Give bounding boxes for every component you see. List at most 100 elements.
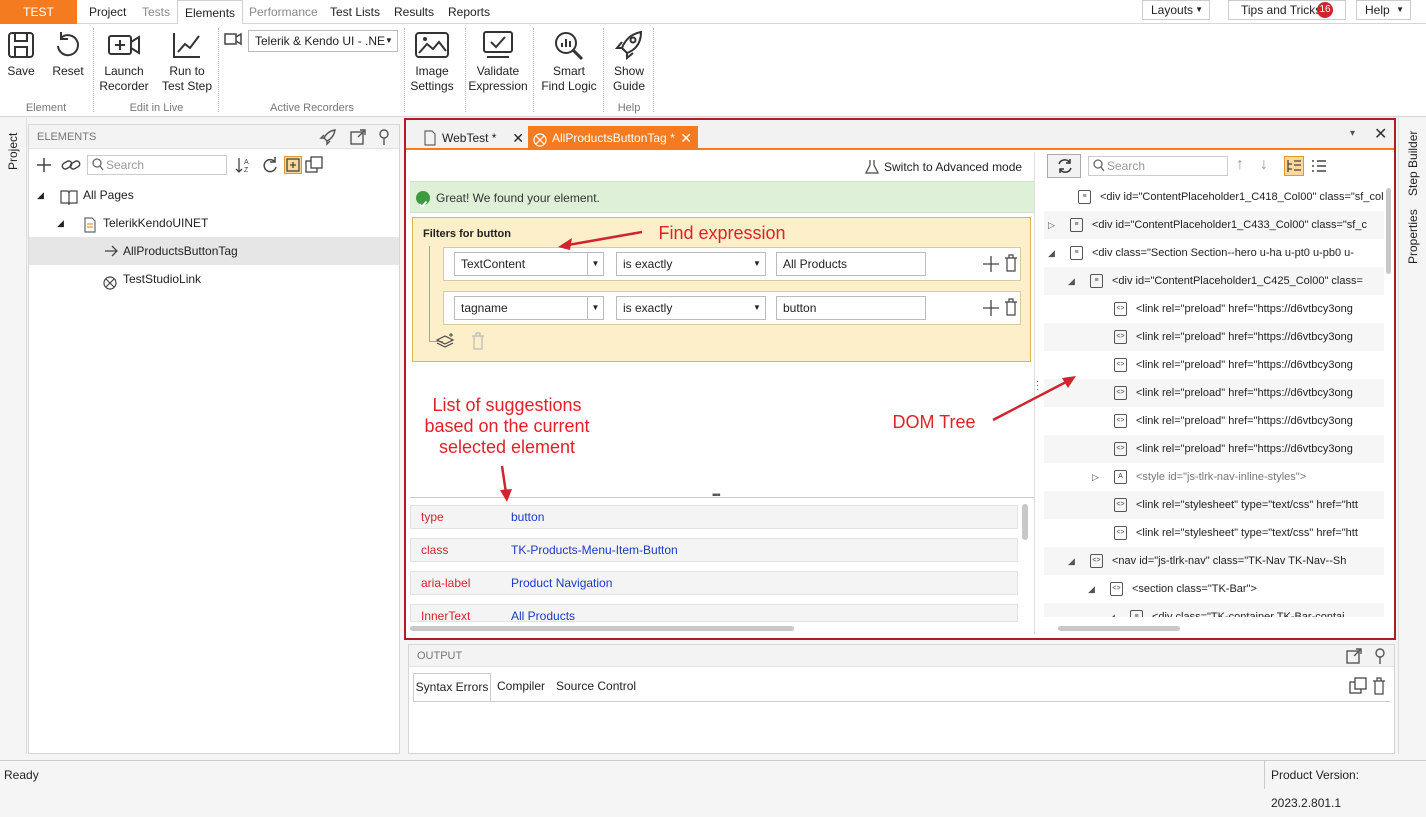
menu-tab-reports[interactable]: Reports bbox=[448, 0, 490, 24]
reset-button[interactable]: Reset bbox=[50, 30, 86, 79]
save-button[interactable]: Save bbox=[4, 30, 38, 79]
dom-tree-row[interactable]: <> <link rel="preload" href="https://d6vt… bbox=[1044, 295, 1384, 323]
dom-tree-row[interactable]: <> <link rel="preload" href="https://d6vt… bbox=[1044, 407, 1384, 435]
popout-icon[interactable] bbox=[349, 128, 367, 155]
sort-icon[interactable]: AZ bbox=[235, 156, 253, 177]
dom-tree-row[interactable]: <> <link rel="preload" href="https://d6vt… bbox=[1044, 379, 1384, 407]
pin-icon[interactable] bbox=[377, 128, 391, 155]
trash-icon[interactable] bbox=[1004, 298, 1018, 319]
list-view-icon[interactable] bbox=[1310, 157, 1328, 178]
expand-arrow-icon[interactable]: ◢ bbox=[1048, 239, 1055, 267]
dom-search-input[interactable]: Search bbox=[1088, 156, 1228, 176]
tree-item-all-pages[interactable]: ◢ All Pages bbox=[29, 181, 399, 209]
sidebar-tab-project[interactable]: Project bbox=[6, 133, 20, 170]
help-dropdown[interactable]: Help ▼ bbox=[1356, 0, 1411, 20]
image-settings-button[interactable]: Image Settings bbox=[408, 30, 456, 94]
filter-attribute-select[interactable]: tagname ▼ bbox=[454, 296, 604, 320]
vertical-scrollbar[interactable] bbox=[1022, 504, 1028, 540]
expand-arrow-icon[interactable]: ◢ bbox=[57, 209, 64, 237]
expand-arrow-icon[interactable]: ◢ bbox=[1088, 575, 1095, 603]
layouts-dropdown[interactable]: Layouts ▼ bbox=[1142, 0, 1210, 20]
splitter[interactable] bbox=[410, 497, 1034, 498]
dom-tree-row[interactable]: ◢ <> <nav id="js-tlrk-nav" class="TK-Nav T… bbox=[1044, 547, 1384, 575]
advanced-mode-button[interactable]: Switch to Advanced mode bbox=[864, 156, 1022, 178]
expand-arrow-icon[interactable]: ◢ bbox=[1068, 267, 1075, 295]
menu-tab-test-lists[interactable]: Test Lists bbox=[330, 0, 380, 24]
tree-view-icon[interactable] bbox=[1284, 156, 1304, 176]
menu-tab-tests[interactable]: Tests bbox=[142, 0, 170, 24]
tab-allproductsbuttontag[interactable]: AllProductsButtonTag * ✕ bbox=[528, 126, 698, 150]
filter-operator-select[interactable]: is exactly ▼ bbox=[616, 296, 766, 320]
validate-expression-button[interactable]: Validate Expression bbox=[468, 30, 528, 94]
expand-arrow-icon[interactable]: ◢ bbox=[1068, 547, 1075, 575]
add-icon[interactable] bbox=[982, 299, 1000, 320]
expand-arrow-icon[interactable]: ◢ bbox=[1108, 603, 1115, 617]
dom-tree-row[interactable]: ◢ ≡ <div class="Section Section--hero u-ha… bbox=[1044, 239, 1384, 267]
filter-value-input[interactable]: All Products bbox=[776, 252, 926, 276]
dom-tree-row[interactable]: <> <link rel="stylesheet" type="text/css"… bbox=[1044, 491, 1384, 519]
suggestion-row[interactable]: class TK-Products-Menu-Item-Button bbox=[410, 538, 1018, 562]
link-icon[interactable] bbox=[61, 156, 81, 177]
expand-arrow-icon[interactable]: ◢ bbox=[37, 181, 44, 209]
dom-tree-row[interactable]: ◢ ≡ <div class="TK-container TK-Bar-contai bbox=[1044, 603, 1384, 617]
menu-tab-results[interactable]: Results bbox=[394, 0, 434, 24]
output-tab-source-control[interactable]: Source Control bbox=[556, 673, 636, 701]
tree-item-selected-element[interactable]: AllProductsButtonTag bbox=[29, 237, 399, 265]
trash-icon[interactable] bbox=[471, 332, 485, 353]
arrow-down-icon[interactable]: ↓ bbox=[1260, 156, 1268, 174]
trash-icon[interactable] bbox=[1372, 677, 1386, 698]
menu-tab-elements[interactable]: Elements bbox=[177, 0, 244, 25]
expand-arrow-icon[interactable]: ▷ bbox=[1048, 211, 1055, 239]
filter-attribute-select[interactable]: TextContent ▼ bbox=[454, 252, 604, 276]
tips-button[interactable]: Tips and Tricks 16 bbox=[1228, 0, 1346, 20]
menu-tab-project[interactable]: Project bbox=[89, 0, 126, 24]
dom-tree-row[interactable]: ▷ A <style id="js-tlrk-nav-inline-styles"> bbox=[1044, 463, 1384, 491]
drag-handle-icon[interactable]: · · · bbox=[1036, 377, 1039, 395]
elements-search-input[interactable]: Search bbox=[87, 155, 227, 175]
trash-icon[interactable] bbox=[1004, 254, 1018, 275]
close-icon[interactable]: ✕ bbox=[1374, 124, 1387, 144]
close-icon[interactable]: ✕ bbox=[680, 126, 692, 150]
tab-webtest[interactable]: WebTest * ✕ bbox=[418, 126, 524, 150]
horizontal-scrollbar[interactable] bbox=[1058, 626, 1180, 631]
vertical-scrollbar[interactable] bbox=[1386, 188, 1391, 274]
tree-item-page[interactable]: ◢ TelerikKendoUINET bbox=[29, 209, 399, 237]
dom-tree-row[interactable]: <> <link rel="preload" href="https://d6vt… bbox=[1044, 435, 1384, 463]
sidebar-tab-properties[interactable]: Properties bbox=[1406, 209, 1420, 264]
pin-icon[interactable] bbox=[1373, 647, 1387, 673]
add-icon[interactable] bbox=[35, 156, 53, 177]
add-group-icon[interactable] bbox=[435, 332, 457, 351]
expand-arrow-icon[interactable]: ▷ bbox=[1092, 463, 1099, 491]
suggestion-row[interactable]: InnerText All Products bbox=[410, 604, 1018, 622]
output-tab-syntax-errors[interactable]: Syntax Errors bbox=[413, 673, 491, 701]
tab-menu-icon[interactable]: ▾ bbox=[1350, 128, 1355, 139]
expand-all-icon[interactable] bbox=[284, 156, 302, 174]
refresh-icon[interactable] bbox=[261, 156, 279, 177]
add-icon[interactable] bbox=[982, 255, 1000, 276]
dom-tree-row[interactable]: <> <link rel="preload" href="https://d6vt… bbox=[1044, 351, 1384, 379]
horizontal-scrollbar[interactable] bbox=[410, 626, 794, 631]
arrow-up-icon[interactable]: ↑ bbox=[1236, 156, 1244, 174]
dom-tree-row[interactable]: <> <link rel="preload" href="https://d6vt… bbox=[1044, 323, 1384, 351]
smart-find-logic-button[interactable]: Smart Find Logic bbox=[538, 30, 600, 94]
recorder-select[interactable]: Telerik & Kendo UI - .NE ▼ bbox=[248, 30, 398, 52]
collapse-all-icon[interactable] bbox=[305, 156, 323, 177]
menu-tab-performance[interactable]: Performance bbox=[249, 0, 318, 24]
dom-tree-row[interactable]: ≡ <div id="ContentPlaceholder1_C418_Col00… bbox=[1044, 183, 1384, 211]
popout-icon[interactable] bbox=[1345, 647, 1363, 673]
filter-operator-select[interactable]: is exactly ▼ bbox=[616, 252, 766, 276]
suggestion-row[interactable]: aria-label Product Navigation bbox=[410, 571, 1018, 595]
rocket-icon[interactable] bbox=[319, 128, 337, 155]
close-icon[interactable]: ✕ bbox=[512, 126, 524, 150]
launch-recorder-button[interactable]: Launch Recorder bbox=[98, 30, 150, 94]
dom-refresh-button[interactable] bbox=[1047, 154, 1081, 178]
sidebar-tab-step-builder[interactable]: Step Builder bbox=[1406, 131, 1420, 196]
tree-item-element[interactable]: TestStudioLink bbox=[29, 265, 399, 293]
run-to-test-step-button[interactable]: Run to Test Step bbox=[160, 30, 214, 94]
drag-handle-icon[interactable]: ▪▪▪ bbox=[712, 490, 721, 501]
show-guide-button[interactable]: Show Guide bbox=[608, 30, 650, 94]
dom-tree-row[interactable]: ▷ ≡ <div id="ContentPlaceholder1_C433_Col0… bbox=[1044, 211, 1384, 239]
dom-tree-row[interactable]: ◢ <> <section class="TK-Bar"> bbox=[1044, 575, 1384, 603]
suggestion-row[interactable]: type button bbox=[410, 505, 1018, 529]
dom-tree-row[interactable]: <> <link rel="stylesheet" type="text/css"… bbox=[1044, 519, 1384, 547]
